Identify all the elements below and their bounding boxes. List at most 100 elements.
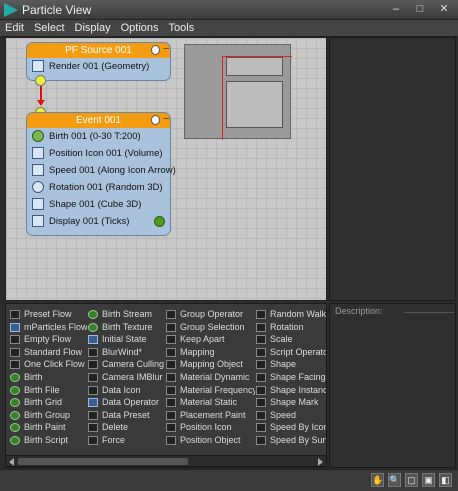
depot-column: Random Walk* Rotation Scale Script Operator… — [255, 308, 326, 447]
operator-icon — [166, 398, 176, 408]
scroll-left-icon[interactable] — [9, 458, 14, 466]
depot-item[interactable]: Speed By Surface — [255, 434, 326, 447]
operator-icon — [256, 435, 266, 445]
menu-tools[interactable]: Tools — [164, 20, 200, 36]
maximize-button[interactable]: □ — [412, 3, 428, 16]
depot-item[interactable]: Birth — [9, 371, 87, 384]
depot-item[interactable]: Keep Apart — [165, 333, 255, 346]
depot-item[interactable]: Initial State — [87, 333, 165, 346]
minimize-button[interactable]: – — [388, 3, 404, 16]
depot-item[interactable]: Data Operator — [87, 396, 165, 409]
depot-item[interactable]: Random Walk* — [255, 308, 326, 321]
depot-item[interactable]: Placement Paint — [165, 409, 255, 422]
lightbulb-icon[interactable] — [151, 45, 160, 55]
pf-source-node[interactable]: PF Source 001 – Render 001 (Geometry) — [26, 42, 171, 81]
collapse-icon[interactable]: – — [163, 41, 169, 56]
depot-item-label: Birth File — [24, 384, 60, 395]
close-button[interactable]: ✕ — [436, 3, 452, 16]
depot-panel[interactable]: Preset Flow mParticles Flow Empty Flow Stan… — [5, 303, 327, 468]
depot-item-label: Material Frequency — [180, 384, 255, 395]
operator-icon — [10, 335, 20, 345]
operator-icon — [88, 435, 98, 445]
depot-item[interactable]: Empty Flow — [9, 333, 87, 346]
event-header[interactable]: Event 001 – — [27, 113, 170, 128]
depot-item[interactable]: Material Frequency — [165, 384, 255, 397]
depot-item[interactable]: Birth Texture — [87, 321, 165, 334]
operator-icon — [256, 335, 266, 345]
menu-options[interactable]: Options — [116, 20, 164, 36]
depot-item-label: Shape — [270, 359, 297, 370]
zoom-region-icon[interactable]: ▢ — [405, 473, 418, 487]
description-label: Description: — [335, 306, 383, 316]
pan-icon[interactable]: ✋ — [371, 473, 384, 487]
depot-item[interactable]: Birth Group — [9, 409, 87, 422]
depot-item[interactable]: Camera IMBlur — [87, 371, 165, 384]
zoom-extents-icon[interactable]: ▣ — [422, 473, 435, 487]
lightbulb-icon[interactable] — [151, 115, 160, 125]
depot-item[interactable]: Group Operator — [165, 308, 255, 321]
menu-select[interactable]: Select — [29, 20, 70, 36]
depot-item[interactable]: Data Preset — [87, 409, 165, 422]
depot-item-label: Group Selection — [180, 321, 245, 332]
parameters-panel[interactable] — [329, 37, 456, 301]
operator-icon — [256, 322, 266, 332]
depot-item[interactable]: Position Icon — [165, 421, 255, 434]
menu-edit[interactable]: Edit — [0, 20, 29, 36]
depot-item[interactable]: Material Static — [165, 396, 255, 409]
depot-item[interactable]: Birth Paint — [9, 421, 87, 434]
depot-item[interactable]: Birth Stream — [87, 308, 165, 321]
operator-speed[interactable]: Speed 001 (Along Icon Arrow) — [27, 162, 176, 179]
depot-item[interactable]: Mapping — [165, 346, 255, 359]
depot-item[interactable]: Birth File — [9, 384, 87, 397]
scroll-thumb[interactable] — [18, 458, 188, 465]
event-node[interactable]: Event 001 – Birth 001 (0-30 T:200) Posit… — [26, 112, 176, 236]
operator-render[interactable]: Render 001 (Geometry) — [27, 58, 170, 75]
display-icon — [32, 215, 44, 227]
zoom-icon[interactable]: 🔍 — [388, 473, 401, 487]
depot-scrollbar[interactable] — [5, 455, 327, 467]
navigator-panel[interactable] — [184, 44, 292, 140]
depot-item[interactable]: Delete — [87, 421, 165, 434]
depot-item[interactable]: Shape Facing — [255, 371, 326, 384]
depot-item[interactable]: Force — [87, 434, 165, 447]
operator-shape[interactable]: Shape 001 (Cube 3D) — [27, 196, 170, 213]
depot-item[interactable]: Mapping Object — [165, 358, 255, 371]
menu-display[interactable]: Display — [70, 20, 116, 36]
operator-birth[interactable]: Birth 001 (0-30 T:200) — [27, 128, 170, 145]
depot-item[interactable]: Shape — [255, 358, 326, 371]
depot-item[interactable]: Preset Flow — [9, 308, 87, 321]
operator-icon — [88, 360, 98, 370]
no-zoom-icon[interactable]: ◧ — [439, 473, 452, 487]
depot-item[interactable]: Shape Mark — [255, 396, 326, 409]
depot-item[interactable]: Group Selection — [165, 321, 255, 334]
depot-item[interactable]: Rotation — [255, 321, 326, 334]
depot-item[interactable]: Material Dynamic — [165, 371, 255, 384]
operator-icon — [88, 347, 98, 357]
pf-source-header[interactable]: PF Source 001 – — [27, 43, 170, 58]
depot-item[interactable]: Camera Culling — [87, 358, 165, 371]
depot-item-label: Speed — [270, 409, 297, 420]
depot-item[interactable]: One Click Flow — [9, 358, 87, 371]
operator-icon — [166, 322, 176, 332]
depot-item[interactable]: Standard Flow — [9, 346, 87, 359]
depot-item[interactable]: Shape Instance — [255, 384, 326, 397]
depot-item[interactable]: Speed — [255, 409, 326, 422]
depot-item[interactable]: Scale — [255, 333, 326, 346]
source-output-port[interactable] — [35, 75, 46, 86]
operator-position-icon[interactable]: Position Icon 001 (Volume) — [27, 145, 170, 162]
operator-icon — [10, 385, 20, 395]
display-color-swatch[interactable] — [154, 216, 165, 227]
depot-item[interactable]: Position Object — [165, 434, 255, 447]
depot-item[interactable]: Script Operator — [255, 346, 326, 359]
depot-item[interactable]: BlurWind* — [87, 346, 165, 359]
scroll-right-icon[interactable] — [318, 458, 323, 466]
operator-display[interactable]: Display 001 (Ticks) — [27, 213, 170, 230]
depot-item[interactable]: Speed By Icon — [255, 421, 326, 434]
event-display-canvas[interactable]: PF Source 001 – Render 001 (Geometry) Ev… — [5, 37, 327, 301]
depot-item[interactable]: Birth Script — [9, 434, 87, 447]
depot-item[interactable]: Birth Grid — [9, 396, 87, 409]
collapse-icon[interactable]: – — [163, 111, 169, 126]
operator-rotation[interactable]: Rotation 001 (Random 3D) — [27, 179, 170, 196]
depot-item[interactable]: mParticles Flow — [9, 321, 87, 334]
depot-item[interactable]: Data Icon — [87, 384, 165, 397]
